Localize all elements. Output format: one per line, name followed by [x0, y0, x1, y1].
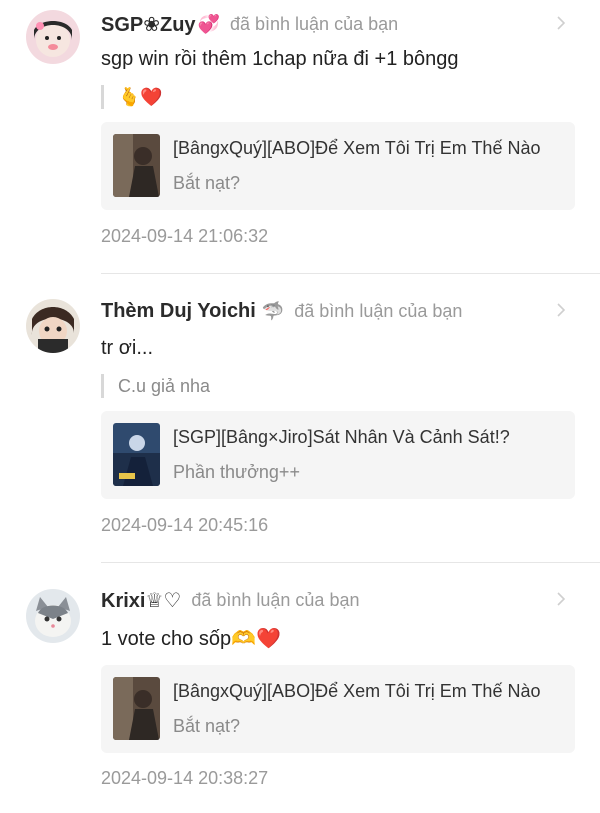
username[interactable]: Thèm Duj Yoichi [101, 300, 256, 323]
action-label: đã bình luận của bạn [294, 300, 463, 321]
timestamp: 2024-09-14 20:38:27 [101, 768, 269, 788]
divider [101, 562, 600, 563]
action-label: đã bình luận của bạn [229, 13, 399, 34]
name-emoji: 💞 [197, 13, 220, 34]
comment-text: sgp win rồi thêm 1chap nữa đi +1 bôngg [101, 48, 459, 70]
comment-text: 1 vote cho sốp🫶❤️ [101, 628, 281, 650]
user-avatar[interactable] [26, 10, 80, 64]
comment-item[interactable]: Krixi♕♡ đã bình luận của bạn 1 vote cho … [0, 586, 600, 806]
chapter-title: Bắt nạt? [173, 173, 241, 193]
story-title: [SGP][Bâng×Jiro]Sát Nhân Và Cảnh Sát!? [173, 427, 510, 447]
story-title: [BângxQuý][ABO]Để Xem Tôi Trị Em Thế Nào [173, 681, 541, 701]
comment-header: SGP❀Zuy 💞 đã bình luận của bạn [101, 10, 398, 38]
user-avatar[interactable] [26, 299, 80, 353]
chapter-title: Phần thưởng++ [173, 462, 300, 482]
chapter-title: Bắt nạt? [173, 716, 241, 736]
quoted-reply: 🫰❤️ [101, 85, 163, 109]
timestamp: 2024-09-14 21:06:32 [101, 226, 269, 246]
username[interactable]: Krixi♕♡ [101, 588, 181, 613]
action-label: đã bình luận của bạn [191, 589, 360, 610]
timestamp: 2024-09-14 20:45:16 [101, 515, 269, 535]
story-card[interactable]: [SGP][Bâng×Jiro]Sát Nhân Và Cảnh Sát!? P… [101, 411, 575, 499]
story-title: [BângxQuý][ABO]Để Xem Tôi Trị Em Thế Nào [173, 138, 541, 158]
story-card[interactable]: [BângxQuý][ABO]Để Xem Tôi Trị Em Thế Nào… [101, 665, 575, 753]
story-thumbnail [113, 423, 160, 486]
user-avatar[interactable] [26, 589, 80, 643]
chevron-right-icon[interactable] [552, 14, 570, 32]
story-thumbnail [113, 677, 160, 740]
chevron-right-icon[interactable] [552, 301, 570, 319]
quoted-reply: C.u giả nha [101, 374, 210, 398]
comment-header: Krixi♕♡ đã bình luận của bạn [101, 586, 359, 614]
name-emoji: 🦈 [261, 300, 285, 321]
comment-text: tr ơi... [101, 337, 154, 359]
username[interactable]: SGP❀Zuy [101, 12, 196, 37]
comment-item[interactable]: SGP❀Zuy 💞 đã bình luận của bạn sgp win r… [0, 10, 600, 274]
story-card[interactable]: [BângxQuý][ABO]Để Xem Tôi Trị Em Thế Nào… [101, 122, 575, 210]
comment-feed: SGP❀Zuy 💞 đã bình luận của bạn sgp win r… [0, 0, 600, 813]
chevron-right-icon[interactable] [552, 590, 570, 608]
comment-header: Thèm Duj Yoichi 🦈 đã bình luận của bạn [101, 297, 462, 325]
comment-item[interactable]: Thèm Duj Yoichi 🦈 đã bình luận của bạn t… [0, 297, 600, 563]
divider [101, 273, 600, 274]
story-thumbnail [113, 134, 160, 197]
